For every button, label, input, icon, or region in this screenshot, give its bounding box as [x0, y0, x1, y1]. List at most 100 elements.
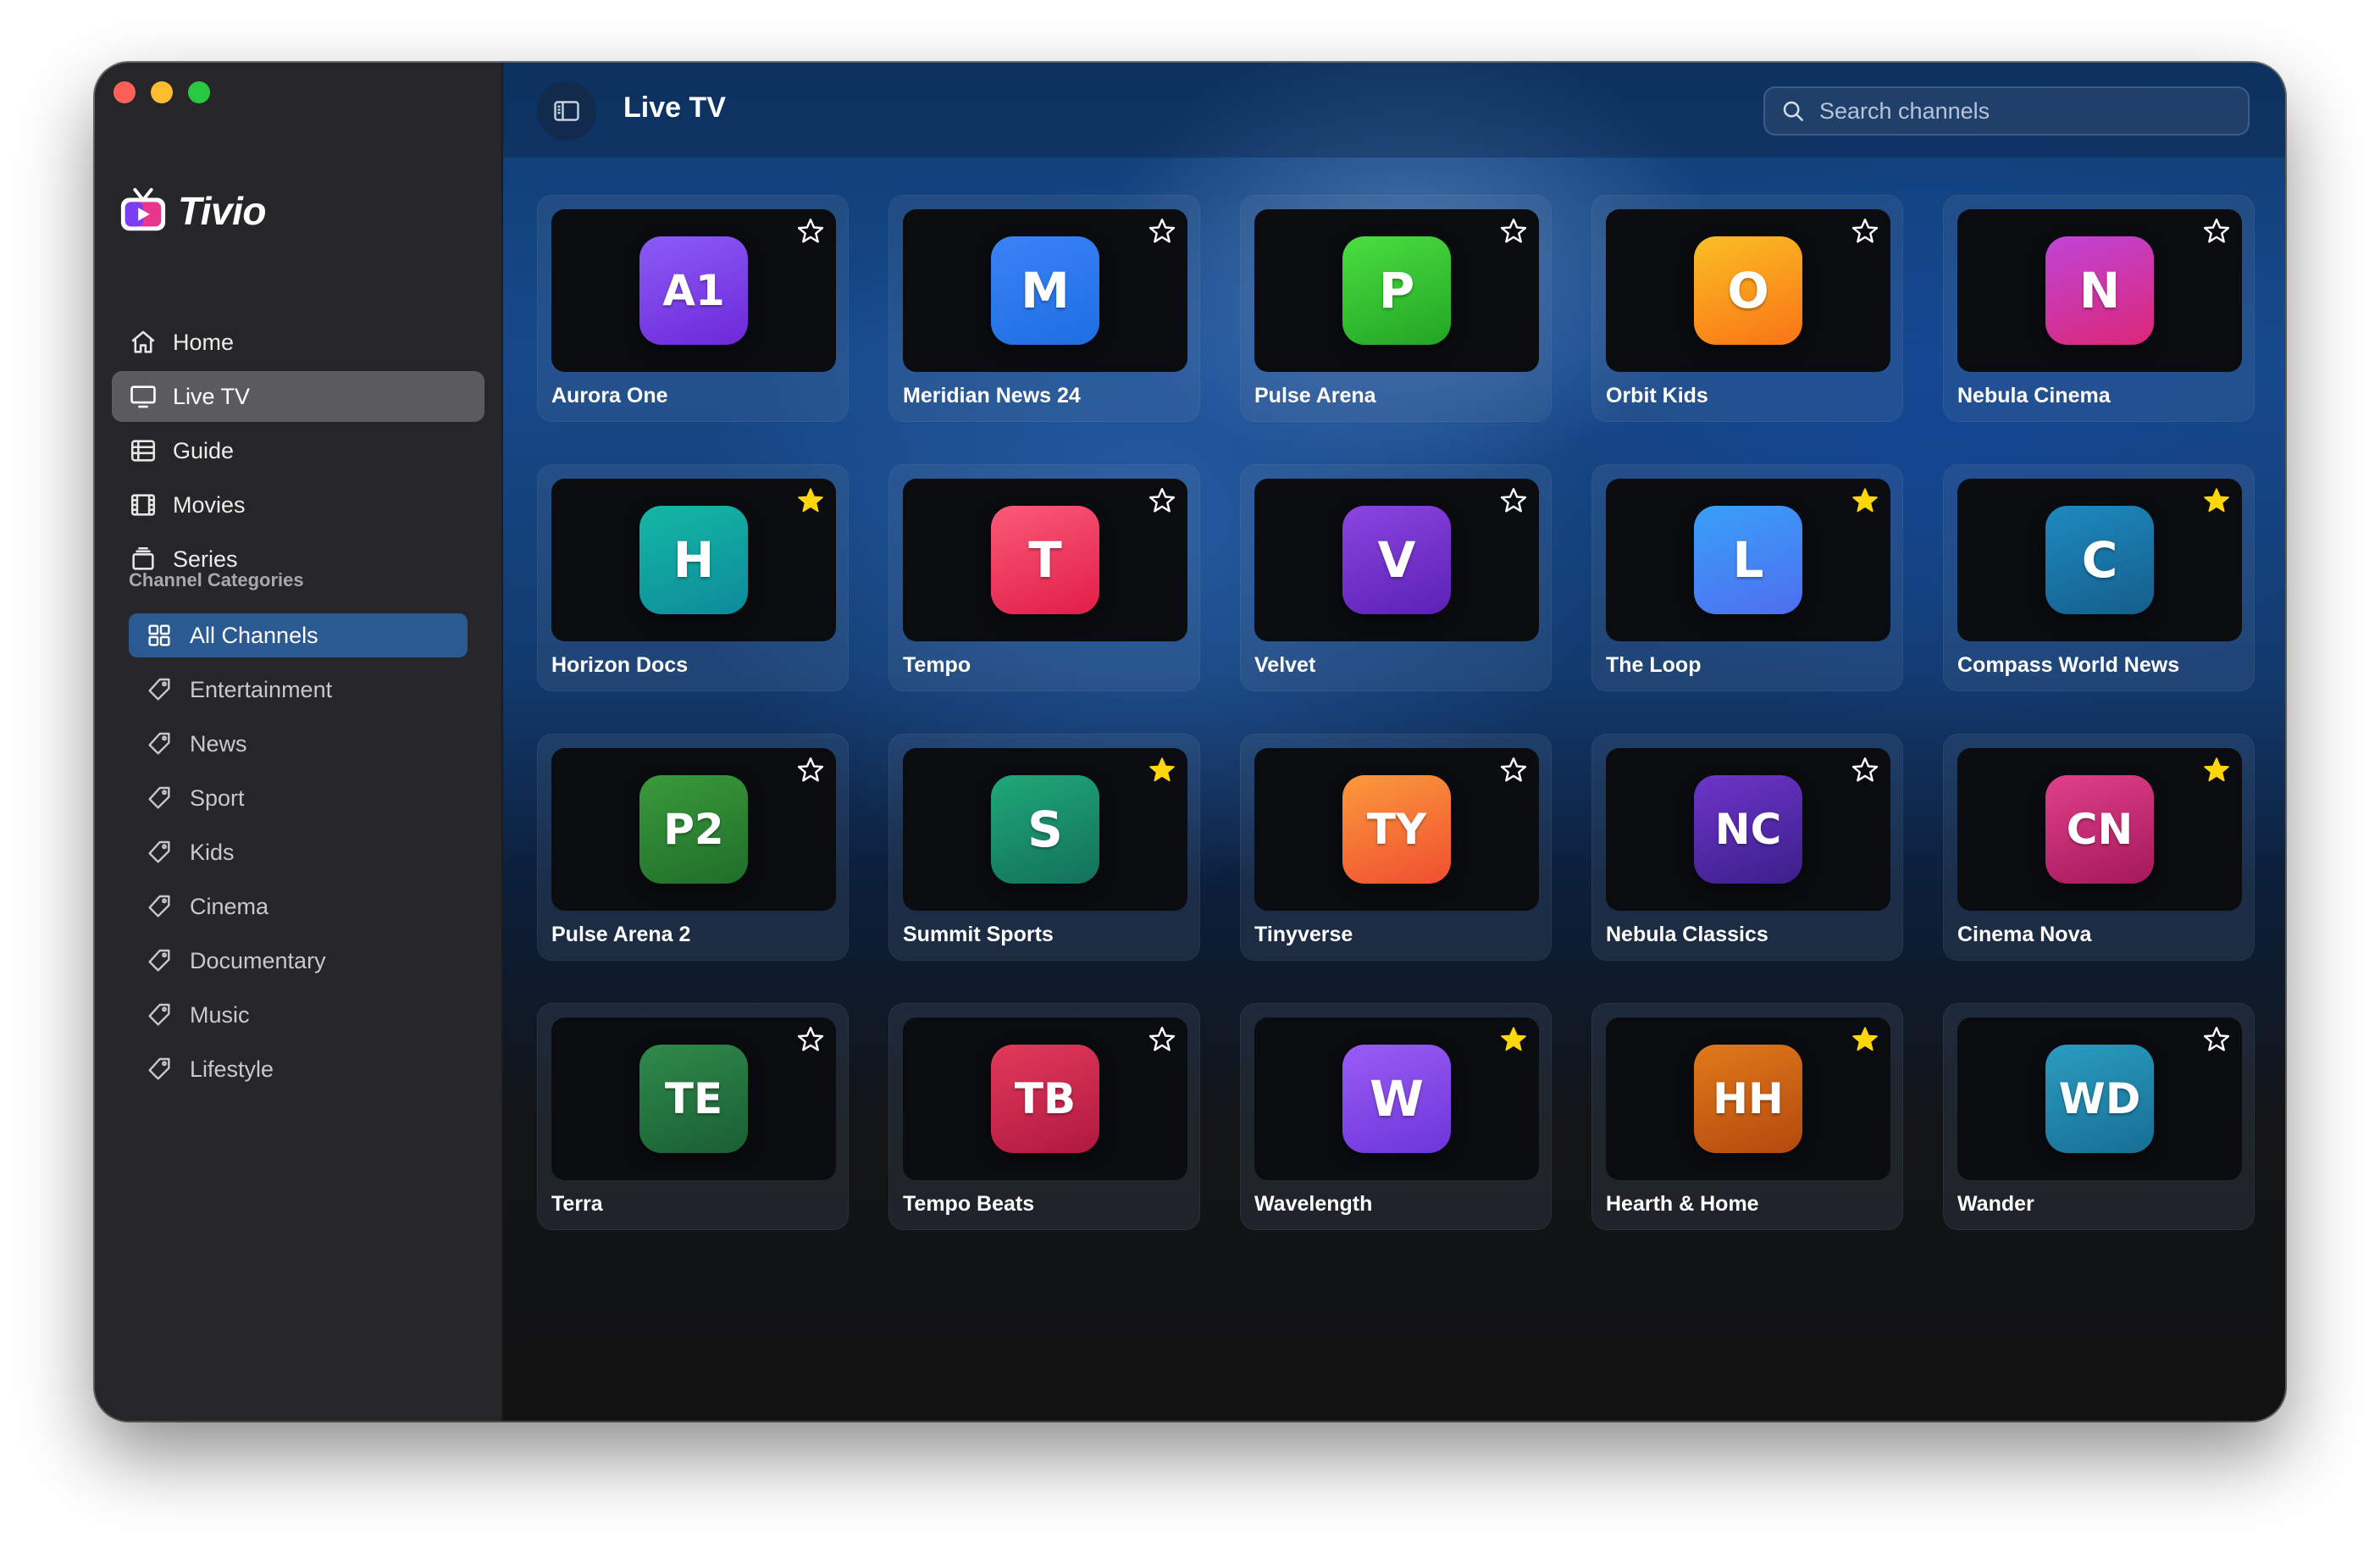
tag-icon	[148, 732, 170, 755]
page-title: Live TV	[623, 91, 726, 124]
channel-card[interactable]: NC Nebula Classics	[1591, 734, 1903, 961]
channel-card[interactable]: P2 Pulse Arena 2	[537, 734, 849, 961]
favorite-star-filled-icon[interactable]	[2201, 755, 2232, 785]
favorite-star-filled-icon[interactable]	[1147, 755, 1177, 785]
app-brand: Tivio	[119, 186, 267, 236]
favorite-star-filled-icon[interactable]	[795, 485, 826, 516]
minimize-window-button[interactable]	[151, 81, 173, 103]
category-entertainment[interactable]: Entertainment	[129, 668, 468, 712]
favorite-star-outline-icon[interactable]	[795, 216, 826, 247]
favorite-star-outline-icon[interactable]	[1147, 1024, 1177, 1055]
channel-logo: P2	[639, 775, 748, 884]
category-all-channels[interactable]: All Channels	[129, 613, 468, 657]
category-kids[interactable]: Kids	[129, 830, 468, 874]
channel-card[interactable]: TE Terra	[537, 1003, 849, 1230]
channel-logo: TY	[1342, 775, 1451, 884]
tag-icon	[148, 1057, 170, 1080]
main-nav: Home Live TV Guide Movies Series	[112, 317, 484, 588]
category-list: All Channels Entertainment News Sport Ki…	[129, 613, 468, 1101]
channel-name: Nebula Classics	[1606, 923, 1768, 946]
channel-card[interactable]: HH Hearth & Home	[1591, 1003, 1903, 1230]
channel-logo: CN	[2045, 775, 2154, 884]
channel-card[interactable]: S Summit Sports	[888, 734, 1200, 961]
channel-logo: C	[2045, 506, 2154, 614]
channel-card[interactable]: C Compass World News	[1943, 464, 2255, 691]
favorite-star-filled-icon[interactable]	[1850, 1024, 1880, 1055]
category-label: All Channels	[190, 622, 318, 648]
search-icon	[1783, 101, 1803, 121]
channel-name: Aurora One	[551, 384, 668, 408]
favorite-star-outline-icon[interactable]	[1850, 755, 1880, 785]
channel-thumbnail: NC	[1606, 748, 1890, 911]
category-sport[interactable]: Sport	[129, 776, 468, 820]
channel-card[interactable]: A1 Aurora One	[537, 195, 849, 422]
channel-logo: A1	[639, 236, 748, 345]
nav-item-home[interactable]: Home	[112, 317, 484, 368]
channel-card[interactable]: V Velvet	[1240, 464, 1552, 691]
channel-card[interactable]: T Tempo	[888, 464, 1200, 691]
category-documentary[interactable]: Documentary	[129, 939, 468, 983]
category-cinema[interactable]: Cinema	[129, 884, 468, 929]
favorite-star-filled-icon[interactable]	[1498, 1024, 1529, 1055]
sidebar-toggle-button[interactable]	[537, 81, 596, 141]
nav-item-guide[interactable]: Guide	[112, 425, 484, 476]
favorite-star-outline-icon[interactable]	[2201, 216, 2232, 247]
nav-label: Live TV	[173, 383, 251, 409]
nav-label: Guide	[173, 437, 235, 463]
channel-logo: WD	[2045, 1045, 2154, 1153]
channel-logo: M	[991, 236, 1099, 345]
channel-thumbnail: C	[1957, 479, 2242, 641]
favorite-star-outline-icon[interactable]	[1498, 485, 1529, 516]
channel-name: Meridian News 24	[903, 384, 1081, 408]
channel-name: Pulse Arena 2	[551, 923, 691, 946]
zoom-window-button[interactable]	[188, 81, 210, 103]
channel-card[interactable]: WD Wander	[1943, 1003, 2255, 1230]
channel-thumbnail: TB	[903, 1017, 1187, 1180]
home-icon	[131, 330, 155, 353]
channel-logo: NC	[1694, 775, 1802, 884]
favorite-star-filled-icon[interactable]	[2201, 485, 2232, 516]
channel-name: Horizon Docs	[551, 653, 689, 677]
channel-card[interactable]: P Pulse Arena	[1240, 195, 1552, 422]
favorite-star-outline-icon[interactable]	[1498, 755, 1529, 785]
channel-thumbnail: T	[903, 479, 1187, 641]
favorite-star-outline-icon[interactable]	[795, 755, 826, 785]
category-music[interactable]: Music	[129, 993, 468, 1037]
sidebar: Tivio Home Live TV Guide Movies Series C…	[95, 63, 503, 1421]
category-label: Cinema	[190, 893, 269, 919]
channel-card[interactable]: TY Tinyverse	[1240, 734, 1552, 961]
channel-thumbnail: V	[1254, 479, 1539, 641]
channel-card[interactable]: H Horizon Docs	[537, 464, 849, 691]
channel-card[interactable]: N Nebula Cinema	[1943, 195, 2255, 422]
favorite-star-outline-icon[interactable]	[1147, 216, 1177, 247]
channel-grid: A1 Aurora One M Meridian News 24 P Pulse Aren…	[537, 195, 2255, 1230]
channel-name: Terra	[551, 1192, 603, 1216]
channel-logo: O	[1694, 236, 1802, 345]
channel-card[interactable]: L The Loop	[1591, 464, 1903, 691]
channel-card[interactable]: CN Cinema Nova	[1943, 734, 2255, 961]
nav-item-live-tv[interactable]: Live TV	[112, 371, 484, 422]
category-news[interactable]: News	[129, 722, 468, 766]
favorite-star-outline-icon[interactable]	[795, 1024, 826, 1055]
app-window: Tivio Home Live TV Guide Movies Series C…	[95, 63, 2285, 1421]
channel-card[interactable]: O Orbit Kids	[1591, 195, 1903, 422]
nav-label: Movies	[173, 491, 246, 518]
search-field[interactable]	[1763, 86, 2250, 136]
channel-logo: V	[1342, 506, 1451, 614]
category-lifestyle[interactable]: Lifestyle	[129, 1047, 468, 1091]
nav-label: Series	[173, 546, 238, 572]
channel-name: Velvet	[1254, 653, 1316, 677]
favorite-star-outline-icon[interactable]	[1850, 216, 1880, 247]
favorite-star-outline-icon[interactable]	[1147, 485, 1177, 516]
guide-icon	[130, 440, 156, 462]
favorite-star-outline-icon[interactable]	[1498, 216, 1529, 247]
nav-item-movies[interactable]: Movies	[112, 480, 484, 530]
nav-label: Home	[173, 329, 235, 355]
channel-card[interactable]: TB Tempo Beats	[888, 1003, 1200, 1230]
favorite-star-filled-icon[interactable]	[1850, 485, 1880, 516]
search-input[interactable]	[1818, 97, 2211, 125]
channel-card[interactable]: W Wavelength	[1240, 1003, 1552, 1230]
favorite-star-outline-icon[interactable]	[2201, 1024, 2232, 1055]
channel-card[interactable]: M Meridian News 24	[888, 195, 1200, 422]
close-window-button[interactable]	[113, 81, 136, 103]
